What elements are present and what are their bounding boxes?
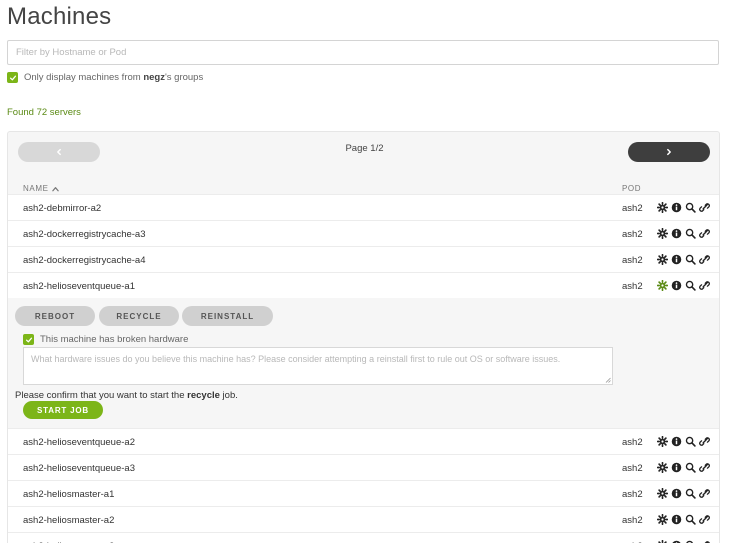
gear-icon[interactable] bbox=[656, 279, 668, 291]
link-icon[interactable] bbox=[698, 253, 710, 265]
groups-filter-checkbox[interactable]: Only display machines from negz's groups bbox=[7, 72, 203, 83]
link-icon[interactable] bbox=[698, 201, 710, 213]
pod-cell: ash2 bbox=[622, 515, 643, 526]
page-title: Machines bbox=[7, 3, 112, 30]
row-actions bbox=[656, 227, 710, 239]
hostname-cell[interactable]: ash2-helioseventqueue-a2 bbox=[23, 437, 135, 448]
confirm-message: Please confirm that you want to start th… bbox=[15, 390, 238, 401]
reinstall-button[interactable]: REINSTALL bbox=[182, 306, 273, 326]
table-row[interactable]: ash2-helioseventqueue-a2 ash2 bbox=[8, 428, 719, 454]
info-icon[interactable] bbox=[670, 513, 682, 525]
gear-icon[interactable] bbox=[656, 539, 668, 543]
search-icon[interactable] bbox=[684, 201, 696, 213]
gear-icon[interactable] bbox=[656, 253, 668, 265]
info-icon[interactable] bbox=[670, 227, 682, 239]
gear-icon[interactable] bbox=[656, 435, 668, 447]
checkmark-icon[interactable] bbox=[23, 334, 34, 345]
broken-hardware-label: This machine has broken hardware bbox=[40, 334, 189, 345]
info-icon[interactable] bbox=[670, 201, 682, 213]
checkmark-icon[interactable] bbox=[7, 72, 18, 83]
info-icon[interactable] bbox=[670, 461, 682, 473]
pod-cell: ash2 bbox=[622, 203, 643, 214]
search-icon[interactable] bbox=[684, 253, 696, 265]
row-actions bbox=[656, 201, 710, 213]
link-icon[interactable] bbox=[698, 227, 710, 239]
link-icon[interactable] bbox=[698, 487, 710, 499]
info-icon[interactable] bbox=[670, 279, 682, 291]
caret-up-icon bbox=[51, 186, 59, 191]
search-icon[interactable] bbox=[684, 513, 696, 525]
search-icon[interactable] bbox=[684, 539, 696, 543]
table-row[interactable]: ash2-debmirror-a2 ash2 bbox=[8, 194, 719, 220]
row-actions bbox=[656, 513, 710, 525]
link-icon[interactable] bbox=[698, 513, 710, 525]
server-count: Found 72 servers bbox=[7, 107, 81, 118]
info-icon[interactable] bbox=[670, 487, 682, 499]
table-row[interactable]: ash2-heliosmaster-a3ash2 bbox=[8, 532, 719, 543]
link-icon[interactable] bbox=[698, 279, 710, 291]
search-icon[interactable] bbox=[684, 461, 696, 473]
chevron-right-icon bbox=[667, 148, 671, 156]
pod-cell: ash2 bbox=[622, 489, 643, 500]
pod-cell: ash2 bbox=[622, 255, 643, 266]
reboot-button[interactable]: REBOOT bbox=[15, 306, 95, 326]
column-header-pod[interactable]: POD bbox=[622, 184, 641, 193]
hostname-cell[interactable]: ash2-helioseventqueue-a1 bbox=[23, 281, 135, 292]
info-icon[interactable] bbox=[670, 253, 682, 265]
row-actions bbox=[656, 435, 710, 447]
gear-icon[interactable] bbox=[656, 201, 668, 213]
pod-cell: ash2 bbox=[622, 281, 643, 292]
pod-cell: ash2 bbox=[622, 463, 643, 474]
table-row[interactable]: ash2-helioseventqueue-a3 ash2 bbox=[8, 454, 719, 480]
hostname-cell[interactable]: ash2-heliosmaster-a2 bbox=[23, 515, 114, 526]
column-header-name[interactable]: NAME bbox=[23, 184, 59, 193]
table-row[interactable]: ash2-heliosmaster-a2 ash2 bbox=[8, 506, 719, 532]
row-actions bbox=[656, 253, 710, 265]
hostname-cell[interactable]: ash2-dockerregistrycache-a4 bbox=[23, 255, 146, 266]
hostname-cell[interactable]: ash2-dockerregistrycache-a3 bbox=[23, 229, 146, 240]
filter-input[interactable] bbox=[7, 40, 719, 65]
search-icon[interactable] bbox=[684, 227, 696, 239]
pod-cell: ash2 bbox=[622, 437, 643, 448]
groups-filter-label: Only display machines from negz's groups bbox=[24, 72, 204, 83]
hardware-issues-textarea[interactable] bbox=[23, 347, 613, 385]
link-icon[interactable] bbox=[698, 539, 710, 543]
hostname-cell[interactable]: ash2-debmirror-a2 bbox=[23, 203, 101, 214]
row-actions bbox=[656, 539, 710, 543]
pod-cell: ash2 bbox=[622, 229, 643, 240]
row-actions bbox=[656, 487, 710, 499]
start-job-button[interactable]: START JOB bbox=[23, 401, 103, 419]
gear-icon[interactable] bbox=[656, 461, 668, 473]
table-row[interactable]: ash2-heliosmaster-a1 ash2 bbox=[8, 480, 719, 506]
recycle-button[interactable]: RECYCLE bbox=[99, 306, 179, 326]
table-row[interactable]: ash2-dockerregistrycache-a4 ash2 bbox=[8, 246, 719, 272]
broken-hardware-checkbox[interactable]: This machine has broken hardware bbox=[23, 334, 188, 345]
info-icon[interactable] bbox=[670, 435, 682, 447]
info-icon[interactable] bbox=[670, 539, 682, 543]
hostname-cell[interactable]: ash2-heliosmaster-a1 bbox=[23, 489, 114, 500]
search-icon[interactable] bbox=[684, 487, 696, 499]
machine-actions-panel: REBOOT RECYCLE REINSTALL This machine ha… bbox=[8, 299, 719, 428]
link-icon[interactable] bbox=[698, 461, 710, 473]
search-icon[interactable] bbox=[684, 279, 696, 291]
gear-icon[interactable] bbox=[656, 487, 668, 499]
table-row[interactable]: ash2-helioseventqueue-a1 ash2 bbox=[8, 272, 719, 298]
next-page-button[interactable] bbox=[628, 142, 710, 162]
gear-icon[interactable] bbox=[656, 513, 668, 525]
link-icon[interactable] bbox=[698, 435, 710, 447]
row-actions bbox=[656, 461, 710, 473]
hostname-cell[interactable]: ash2-helioseventqueue-a3 bbox=[23, 463, 135, 474]
page-indicator: Page 1/2 bbox=[345, 143, 384, 154]
gear-icon[interactable] bbox=[656, 227, 668, 239]
search-icon[interactable] bbox=[684, 435, 696, 447]
machines-panel: Page 1/2 NAME POD ash2-debmirror-a2 ash2 a… bbox=[7, 131, 720, 543]
table-row[interactable]: ash2-dockerregistrycache-a3 ash2 bbox=[8, 220, 719, 246]
resize-grip-icon[interactable] bbox=[605, 377, 611, 383]
row-actions bbox=[656, 279, 710, 291]
